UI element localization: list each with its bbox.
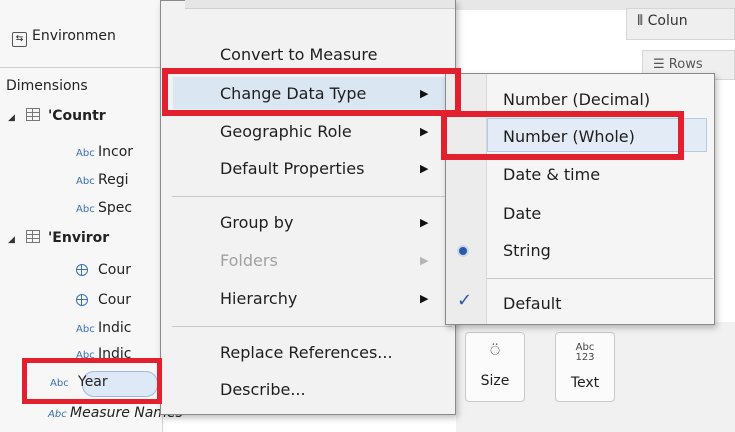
submenu-arrow-icon: ▶ [420, 125, 429, 138]
menu-item-convert-to-measure[interactable]: Convert to Measure [220, 45, 378, 64]
dimension-field[interactable]: Abc Indic [76, 320, 131, 336]
submenu-separator [487, 278, 713, 279]
size-icon: ⍥ [490, 341, 500, 360]
text-icon-line: 123 [575, 352, 595, 363]
menu-separator [172, 326, 452, 327]
menu-separator [172, 196, 452, 197]
menu-item-describe[interactable]: Describe... [220, 380, 306, 399]
dimensions-header: Dimensions [6, 78, 88, 94]
annotation-box-change-data-type [162, 68, 461, 116]
text-mark-button[interactable]: Abc 123 Text [555, 332, 615, 402]
checkmark-icon: ✓ [457, 290, 473, 311]
string-type-icon: Abc [76, 324, 95, 335]
menu-item-group-by[interactable]: Group by [220, 213, 293, 232]
table-label: 'Enviror [48, 230, 110, 246]
dimension-field[interactable]: Abc Spec [76, 200, 132, 216]
submenu-item-date-time[interactable]: Date & time [503, 165, 600, 184]
field-label: Cour [98, 292, 131, 308]
submenu-item-string[interactable]: String [503, 241, 551, 260]
rows-label: Rows [668, 57, 703, 72]
data-source-icon: ⇆ [12, 32, 27, 47]
dimension-field[interactable]: Abc Incor [76, 144, 133, 160]
text-icon: Abc 123 [556, 341, 614, 369]
menu-item-folders: Folders [220, 251, 278, 270]
table-icon [26, 230, 40, 243]
annotation-box-year [22, 358, 162, 404]
menu-item-default-properties[interactable]: Default Properties [220, 159, 364, 178]
submenu-arrow-icon: ▶ [420, 162, 429, 175]
radio-selected-icon [459, 247, 467, 255]
data-source-label: Environmen [32, 28, 116, 44]
table-label: 'Countr [48, 108, 106, 124]
submenu-arrow-icon: ▶ [420, 216, 429, 229]
size-mark-button[interactable]: ⍥ Size [465, 332, 525, 402]
menu-item-hierarchy[interactable]: Hierarchy [220, 289, 297, 308]
pane-divider [0, 67, 162, 68]
collapse-caret-icon[interactable]: ◢ [8, 235, 20, 245]
columns-label: Colun [647, 13, 688, 29]
globe-icon [76, 294, 88, 306]
field-label: Regi [98, 172, 129, 188]
text-label: Text [570, 375, 600, 391]
submenu-arrow-icon: ▶ [420, 292, 429, 305]
field-label: Indic [98, 320, 132, 336]
columns-shelf[interactable]: ⦀ Colun [626, 8, 735, 40]
dimension-field[interactable]: Cour [76, 292, 131, 308]
annotation-box-number-whole [441, 111, 684, 160]
submenu-item-date[interactable]: Date [503, 204, 541, 223]
submenu-item-default[interactable]: Default [503, 294, 561, 313]
submenu-item-number-decimal[interactable]: Number (Decimal) [503, 90, 650, 109]
size-label: Size [480, 373, 510, 389]
string-type-icon: Abc [76, 148, 95, 159]
table-node-countries[interactable]: ◢ 'Countr [8, 108, 106, 124]
menu-item-geographic-role[interactable]: Geographic Role [220, 122, 352, 141]
context-menu-top-edge [185, 0, 455, 9]
string-type-icon: Abc [76, 204, 95, 215]
table-node-environment[interactable]: ◢ 'Enviror [8, 230, 109, 246]
collapse-caret-icon[interactable]: ◢ [8, 113, 20, 123]
dimension-field[interactable]: Abc Regi [76, 172, 129, 188]
field-label: Spec [98, 200, 133, 216]
menu-item-replace-references[interactable]: Replace References... [220, 343, 393, 362]
field-label: Cour [98, 262, 131, 278]
data-source-item[interactable]: ⇆ Environmen [12, 28, 116, 47]
submenu-arrow-icon: ▶ [420, 254, 429, 267]
dimension-field[interactable]: Cour [76, 262, 131, 278]
string-type-icon: Abc [76, 176, 95, 187]
rows-icon: ☰ [653, 57, 669, 72]
table-icon [26, 108, 40, 121]
string-type-icon: Abc [48, 409, 67, 420]
globe-icon [76, 264, 88, 276]
columns-icon: ⦀ [637, 13, 648, 29]
field-label: Incor [98, 144, 134, 160]
